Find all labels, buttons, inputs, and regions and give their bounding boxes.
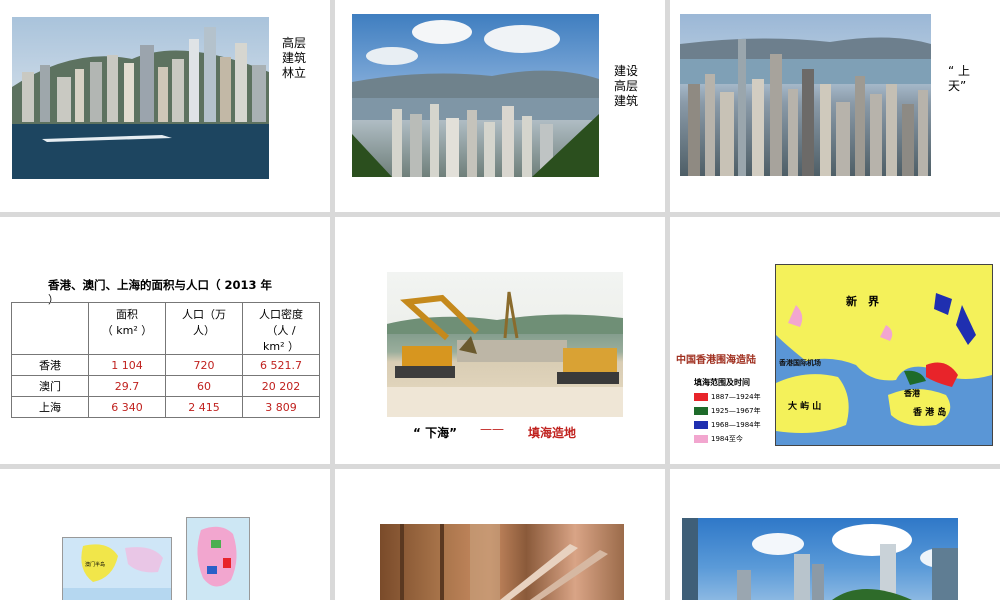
table-header-cell: 面积 （ km² ） — [88, 302, 166, 355]
map-illustration — [776, 265, 992, 433]
table-header-cell — [11, 302, 89, 355]
skyscrapers-photo — [682, 518, 958, 600]
table-header-row: 面积 （ km² ） 人口（万 人） 人口密度 （人 / km² ） — [11, 302, 320, 355]
legend-swatch — [694, 407, 708, 415]
slide-thumbnail-5[interactable]: “ 下海” —— 填海造地 — [335, 217, 665, 464]
population-cell: 60 — [165, 375, 243, 397]
area-cell: 29.7 — [88, 375, 166, 397]
slide-thumbnail-9[interactable] — [670, 469, 1000, 600]
legend-label: 1968—1984年 — [711, 421, 761, 429]
density-cell: 3 809 — [242, 396, 320, 418]
city-aerial-photo — [352, 14, 599, 177]
density-cell: 20 202 — [242, 375, 320, 397]
macau-zoning-illustration — [197, 526, 237, 587]
slide1-caption: 高层 建筑 林立 — [282, 36, 307, 80]
land-reclamation-photo — [387, 272, 623, 417]
area-cell: 1 104 — [88, 354, 166, 376]
mall-interior-photo — [380, 524, 624, 600]
table-row: 澳门 29.7 60 20 202 — [11, 375, 320, 397]
slide-thumbnail-2[interactable]: 建设 高层 建筑 — [335, 0, 665, 212]
map-label-dayushan: 大 屿 山 — [788, 402, 822, 412]
legend-swatch — [694, 421, 708, 429]
area-cell: 6 340 — [88, 396, 166, 418]
macau-map-illustration — [63, 544, 171, 600]
macau-map-small: 澳门半岛 — [62, 537, 172, 600]
map-title: 中国香港围海造陆 — [676, 355, 756, 366]
region-name-cell: 上海 — [11, 396, 89, 418]
xiahai-label: “ 下海” — [413, 426, 457, 440]
population-cell: 2 415 — [165, 396, 243, 418]
map-label-xinjie: 新 界 — [846, 295, 879, 308]
macau-map-label: 澳门半岛 — [85, 562, 106, 568]
slide-thumbnail-7[interactable]: 澳门半岛 — [0, 469, 330, 600]
slide-thumbnail-6[interactable]: 中国香港围海造陆 填海范围及时间 1887—1924年 1925—1967年 1… — [670, 217, 1000, 464]
legend-title: 填海范围及时间 — [694, 378, 750, 387]
population-cell: 720 — [165, 354, 243, 376]
legend-item: 1984至今 — [694, 434, 743, 444]
table-title: 香港、澳门、上海的面积与人口（ 2013 年 — [48, 278, 273, 292]
slide2-caption: 建设 高层 建筑 — [614, 64, 639, 108]
hong-kong-skyline-photo — [12, 17, 269, 179]
region-name-cell: 香港 — [11, 354, 89, 376]
skyline-illustration — [12, 27, 269, 179]
legend-label: 1925—1967年 — [711, 407, 761, 415]
macau-map-large — [186, 517, 250, 600]
hong-kong-towers-photo — [680, 14, 931, 176]
table-row: 香港 1 104 720 6 521.7 — [11, 354, 320, 376]
skyscrapers-illustration — [682, 518, 958, 600]
map-label-hk-island: 香 港 岛 — [913, 408, 947, 418]
table-header-cell: 人口（万 人） — [165, 302, 243, 355]
slide-thumbnail-3[interactable]: “ 上 天” — [670, 0, 1000, 212]
cityscape-illustration — [352, 20, 599, 177]
excavator-illustration — [387, 291, 623, 417]
region-name-cell: 澳门 — [11, 375, 89, 397]
legend-label: 1887—1924年 — [711, 393, 761, 401]
legend-item: 1968—1984年 — [694, 420, 761, 430]
legend-label: 1984至今 — [711, 435, 743, 443]
slide-thumbnail-8[interactable] — [335, 469, 665, 600]
legend-swatch — [694, 393, 708, 401]
hong-kong-reclamation-map: 新 界 香港国际机场 大 屿 山 香港 香 港 岛 — [775, 264, 993, 446]
map-label-hk: 香港 — [904, 389, 920, 398]
slide-thumbnail-4[interactable]: 香港、澳门、上海的面积与人口（ 2013 年 ） 面积 （ km² ） 人口（万… — [0, 217, 330, 464]
density-cell: 6 521.7 — [242, 354, 320, 376]
legend-item: 1925—1967年 — [694, 406, 761, 416]
area-population-table: 面积 （ km² ） 人口（万 人） 人口密度 （人 / km² ） 香港 1 … — [11, 302, 320, 418]
table-row: 上海 6 340 2 415 3 809 — [11, 396, 320, 418]
map-label-airport: 香港国际机场 — [779, 359, 821, 367]
caption-dash: —— — [480, 422, 504, 436]
legend-item: 1887—1924年 — [694, 392, 761, 402]
towers-illustration — [680, 37, 931, 176]
escalator-illustration — [400, 524, 608, 600]
slide-thumbnail-1[interactable]: 高层 建筑 林立 — [0, 0, 330, 212]
slide3-caption: “ 上 天” — [948, 64, 971, 93]
land-reclamation-label: 填海造地 — [528, 426, 577, 440]
legend-swatch — [694, 435, 708, 443]
table-header-cell: 人口密度 （人 / km² ） — [242, 302, 320, 355]
